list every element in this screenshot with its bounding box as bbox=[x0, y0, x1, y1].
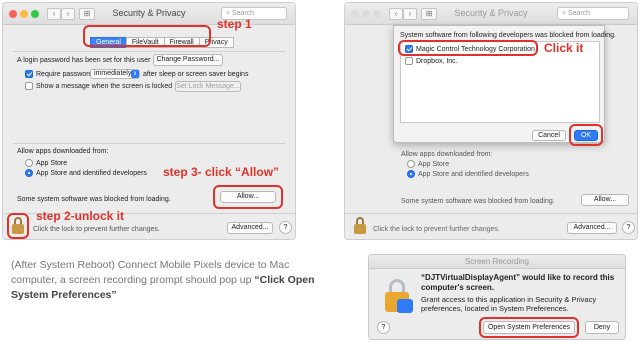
help-button[interactable]: ? bbox=[377, 321, 390, 334]
blocked-software-text: Some system software was blocked from lo… bbox=[17, 196, 171, 203]
app-store-label: App Store bbox=[36, 160, 68, 167]
open-system-preferences-button[interactable]: Open System Preferences bbox=[483, 321, 575, 334]
select-arrows-icon: ⇕ bbox=[131, 70, 139, 78]
list-item[interactable]: Dropbox, Inc. bbox=[403, 56, 599, 67]
show-message-label: Show a message when the screen is locked bbox=[36, 83, 173, 90]
change-password-button[interactable]: Change Password... bbox=[153, 54, 223, 66]
require-password-select[interactable]: immediately ⇕ bbox=[90, 69, 140, 79]
search-placeholder: Search bbox=[567, 10, 591, 17]
advanced-button[interactable]: Advanced... bbox=[227, 222, 273, 234]
dialog-titlebar: Screen Recording bbox=[369, 255, 625, 269]
developer-checkbox[interactable] bbox=[405, 57, 413, 65]
dialog-heading: “DJTVirtualDisplayAgent” would like to r… bbox=[421, 273, 615, 292]
screen-recording-dialog: Screen Recording “DJTVirtualDisplayAgent… bbox=[368, 254, 626, 340]
instruction-body: (After System Reboot) Connect Mobile Pix… bbox=[11, 259, 290, 286]
divider bbox=[345, 213, 637, 214]
require-password-label: Require password bbox=[36, 71, 93, 78]
search-input[interactable]: ⌕ Search bbox=[557, 7, 629, 20]
deny-button[interactable]: Deny bbox=[585, 321, 619, 334]
help-button[interactable]: ? bbox=[279, 221, 292, 234]
advanced-button[interactable]: Advanced... bbox=[567, 222, 617, 234]
click-it-annotation: Click it bbox=[544, 41, 584, 55]
dialog-title: Screen Recording bbox=[464, 257, 530, 266]
step2-annotation: step 2-unlock it bbox=[36, 209, 125, 223]
allow-apps-heading: Allow apps downloaded from: bbox=[17, 148, 109, 155]
left-security-window: ‹ › ⊞ Security & Privacy ⌕ Search Genera… bbox=[2, 2, 296, 240]
require-password-value: immediately bbox=[94, 70, 132, 77]
identified-developers-label: App Store and identified developers bbox=[36, 170, 147, 177]
dialog-body: Grant access to this application in Secu… bbox=[421, 295, 597, 313]
search-placeholder: Search bbox=[231, 10, 255, 17]
identified-developers-radio[interactable] bbox=[25, 169, 33, 177]
app-store-radio[interactable] bbox=[407, 160, 415, 168]
allow-apps-heading: Allow apps downloaded from: bbox=[401, 151, 493, 158]
lock-icon bbox=[383, 279, 413, 313]
step1-annotation: step 1 bbox=[217, 17, 252, 31]
login-password-text: A login password has been set for this u… bbox=[17, 57, 151, 64]
sheet-heading: System software from following developer… bbox=[400, 32, 616, 39]
allow-button[interactable]: Allow... bbox=[581, 194, 629, 206]
search-icon: ⌕ bbox=[226, 10, 230, 17]
step2-highlight bbox=[7, 213, 29, 239]
blocked-developers-sheet: System software from following developer… bbox=[393, 25, 616, 146]
step1-highlight bbox=[83, 25, 211, 47]
divider bbox=[13, 51, 285, 52]
help-button[interactable]: ? bbox=[622, 221, 635, 234]
app-store-radio[interactable] bbox=[25, 159, 33, 167]
divider bbox=[13, 143, 285, 144]
instruction-text: (After System Reboot) Connect Mobile Pix… bbox=[11, 258, 321, 303]
ok-button[interactable]: OK bbox=[574, 130, 598, 141]
lock-text: Click the lock to prevent further change… bbox=[33, 226, 160, 233]
require-password-checkbox[interactable] bbox=[25, 70, 33, 78]
search-icon: ⌕ bbox=[562, 10, 566, 17]
identified-developers-radio[interactable] bbox=[407, 170, 415, 178]
set-lock-message-button[interactable]: Set Lock Message... bbox=[175, 81, 241, 92]
identified-developers-label: App Store and identified developers bbox=[418, 171, 529, 178]
cancel-button[interactable]: Cancel bbox=[532, 130, 566, 141]
developer-name: Dropbox, Inc. bbox=[416, 58, 458, 65]
right-security-window: ‹ › ⊞ Security & Privacy ⌕ Search Allow … bbox=[344, 2, 638, 240]
lock-text: Click the lock to prevent further change… bbox=[373, 226, 500, 233]
allow-button[interactable]: Allow... bbox=[220, 191, 276, 203]
app-store-label: App Store bbox=[418, 161, 450, 168]
checkbox-highlight bbox=[398, 40, 538, 56]
show-message-checkbox[interactable] bbox=[25, 82, 33, 90]
lock-icon[interactable] bbox=[353, 217, 367, 235]
require-password-suffix: after sleep or screen saver begins bbox=[143, 71, 249, 78]
blocked-software-text: Some system software was blocked from lo… bbox=[401, 198, 555, 205]
step3-annotation: step 3- click “Allow” bbox=[163, 165, 280, 179]
right-titlebar: ‹ › ⊞ Security & Privacy ⌕ Search bbox=[345, 3, 637, 25]
